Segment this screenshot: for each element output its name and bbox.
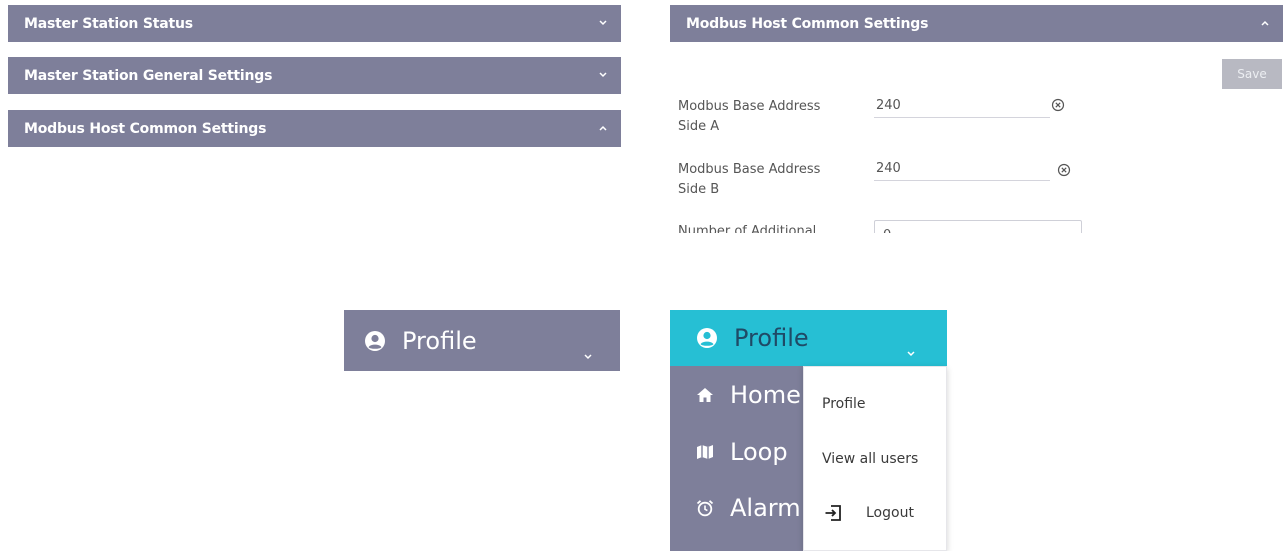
sidebar-item-loop[interactable]: Loop (670, 424, 810, 480)
chevron-down-icon (907, 335, 915, 363)
dropdown-item-label: Logout (866, 505, 914, 521)
sidebar-item-label: Home (730, 381, 801, 409)
chevron-down-icon (599, 71, 607, 79)
dropdown-item-logout[interactable]: Logout (804, 493, 946, 533)
panel-title: Master Station Status (24, 15, 193, 32)
profile-menu-toggle[interactable]: Profile (344, 310, 620, 371)
panel-header-modbus-host-common-settings[interactable]: Modbus Host Common Settings (8, 110, 621, 147)
number-of-additional-input[interactable] (874, 220, 1082, 233)
sidebar-item-label: Loop (730, 438, 788, 466)
profile-dropdown-menu: Profile View all users Logout (803, 366, 947, 551)
dropdown-item-label: View all users (822, 451, 919, 467)
dropdown-item-profile[interactable]: Profile (804, 384, 946, 424)
chevron-up-icon (599, 124, 607, 132)
base-address-side-b-input[interactable] (874, 159, 1050, 181)
clear-icon[interactable] (1051, 98, 1065, 112)
chevron-down-icon (599, 19, 607, 27)
logout-icon (824, 504, 842, 522)
chevron-down-icon (584, 338, 592, 366)
panel-title: Modbus Host Common Settings (24, 120, 267, 137)
user-circle-icon (364, 330, 386, 352)
dropdown-item-view-all-users[interactable]: View all users (804, 439, 946, 479)
field-label-base-address-side-a: Modbus Base Address Side A (678, 99, 821, 134)
alarm-clock-icon (696, 499, 716, 517)
home-icon (696, 387, 716, 403)
panel-header-modbus-host-common-settings-expanded[interactable]: Modbus Host Common Settings (670, 5, 1283, 42)
sidebar-item-alarm[interactable]: Alarm (670, 480, 810, 536)
profile-label: Profile (402, 326, 477, 355)
dropdown-item-label: Profile (822, 396, 866, 412)
panel-title: Modbus Host Common Settings (686, 15, 929, 32)
panel-header-master-station-general-settings[interactable]: Master Station General Settings (8, 57, 621, 94)
profile-menu-toggle-active[interactable]: Profile (670, 310, 947, 366)
panel-header-master-station-status[interactable]: Master Station Status (8, 5, 621, 42)
clear-icon[interactable] (1057, 163, 1071, 177)
field-label-number-of-additional: Number of Additional (678, 224, 817, 233)
sidebar-item-label: Alarm (730, 494, 801, 522)
chevron-up-icon (1261, 19, 1269, 27)
settings-form: Modbus Base Address Side A Modbus Base A… (670, 43, 1283, 233)
base-address-side-a-input[interactable] (874, 96, 1050, 118)
field-label-base-address-side-b: Modbus Base Address Side B (678, 162, 821, 197)
profile-label: Profile (734, 324, 809, 352)
user-circle-icon (696, 327, 718, 349)
panel-title: Master Station General Settings (24, 67, 273, 84)
sidebar-item-home[interactable]: Home (670, 367, 810, 423)
map-icon (696, 444, 716, 460)
